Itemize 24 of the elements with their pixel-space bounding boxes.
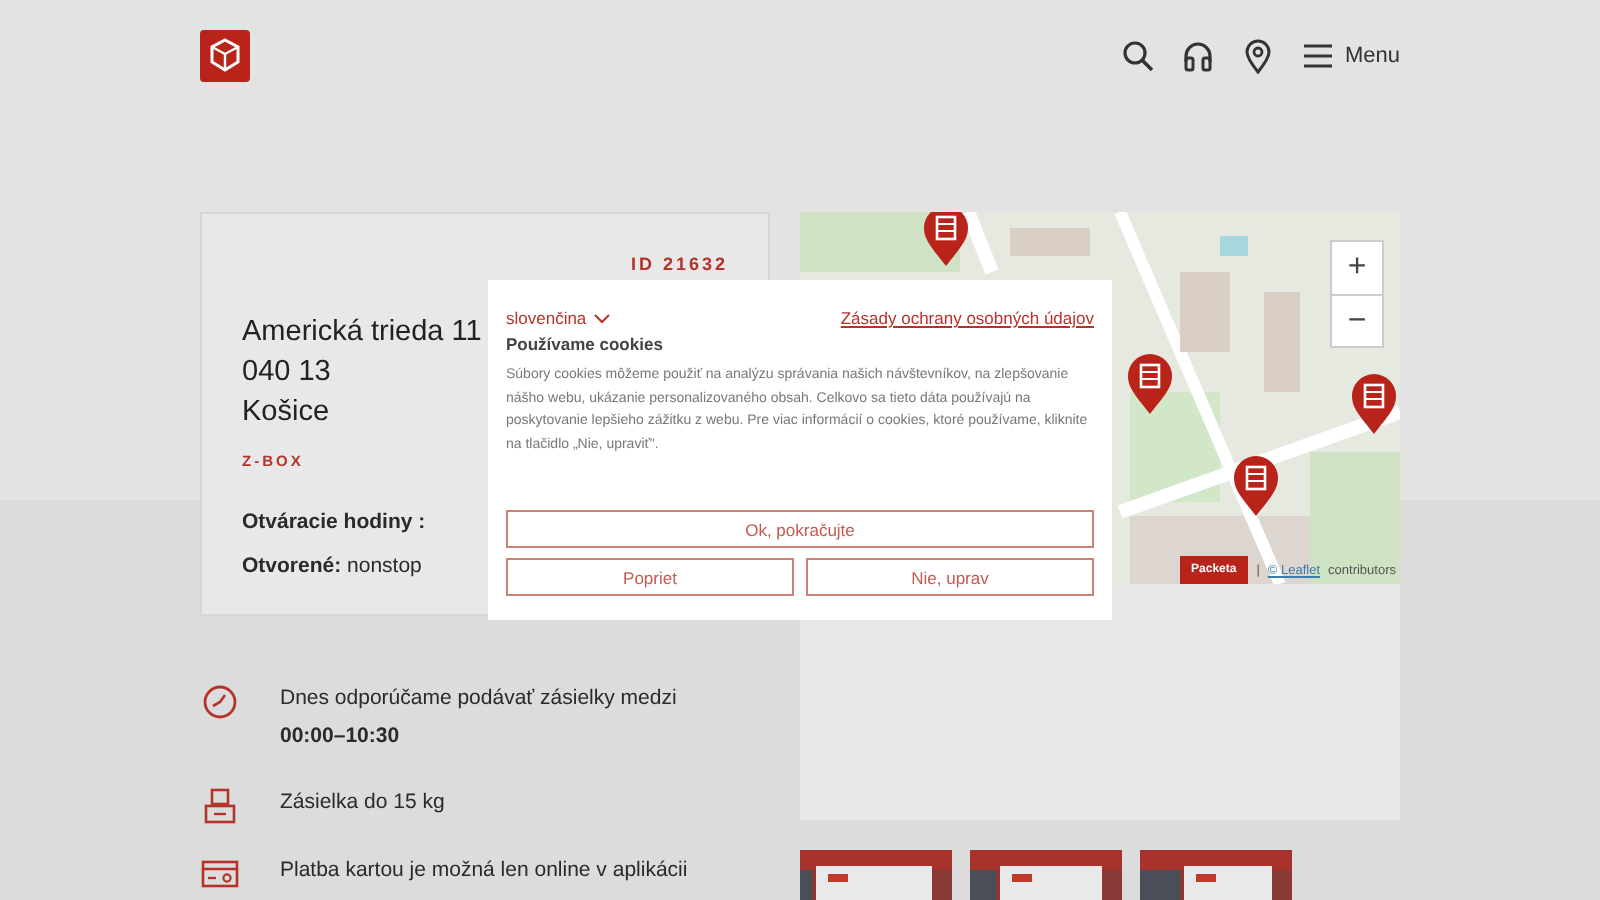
map-marker-icon[interactable] (1350, 372, 1398, 436)
dialog-title: Používame cookies (506, 334, 665, 354)
map-marker-icon[interactable] (1232, 454, 1280, 518)
language-dropdown[interactable]: slovenčina (506, 308, 611, 328)
chevron-down-icon (594, 313, 611, 323)
search-icon[interactable] (1120, 38, 1157, 74)
headphones-icon[interactable] (1180, 38, 1217, 74)
menu-label[interactable]: Menu (1344, 44, 1400, 68)
parcel-scale-icon (200, 788, 240, 824)
reject-button[interactable]: Popriet (506, 558, 794, 596)
payment-card-icon (200, 856, 240, 892)
map-marker-icon[interactable] (1126, 352, 1174, 416)
privacy-policy-link[interactable]: Zásady ochrany osobných údajov (840, 308, 1094, 328)
customize-button[interactable]: Nie, uprav (806, 558, 1094, 596)
feature-text: Zásielka do 15 kg (280, 788, 447, 818)
feature-text: Dnes odporúčame podávať zásielky medzi 00:00–10:30 (280, 684, 679, 752)
address: Americká trieda 11 040 13 Košice (242, 314, 482, 432)
feature-text: Platba kartou je možná len online v aplikácii (280, 856, 690, 886)
opening-hours-label: Otváracie hodiny : (242, 510, 428, 534)
logo-icon[interactable] (200, 30, 250, 82)
accept-button[interactable]: Ok, pokračujte (506, 510, 1094, 548)
place-id: ID 21632 (630, 254, 728, 274)
open-status: Otvorené: nonstop (242, 554, 424, 578)
clock-icon (200, 684, 240, 720)
